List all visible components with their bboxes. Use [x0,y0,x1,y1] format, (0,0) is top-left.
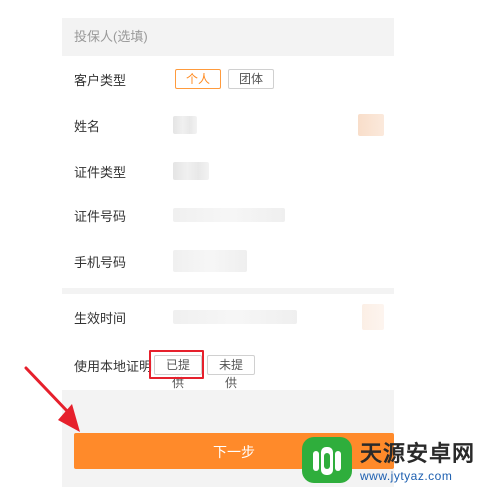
annotation-arrow-icon [24,366,80,432]
android-logo-icon [302,436,352,483]
watermark-title: 天源安卓网 [360,441,476,467]
watermark: 天源安卓网 www.jytyaz.com [296,432,500,487]
watermark-url: www.jytyaz.com [360,469,453,483]
